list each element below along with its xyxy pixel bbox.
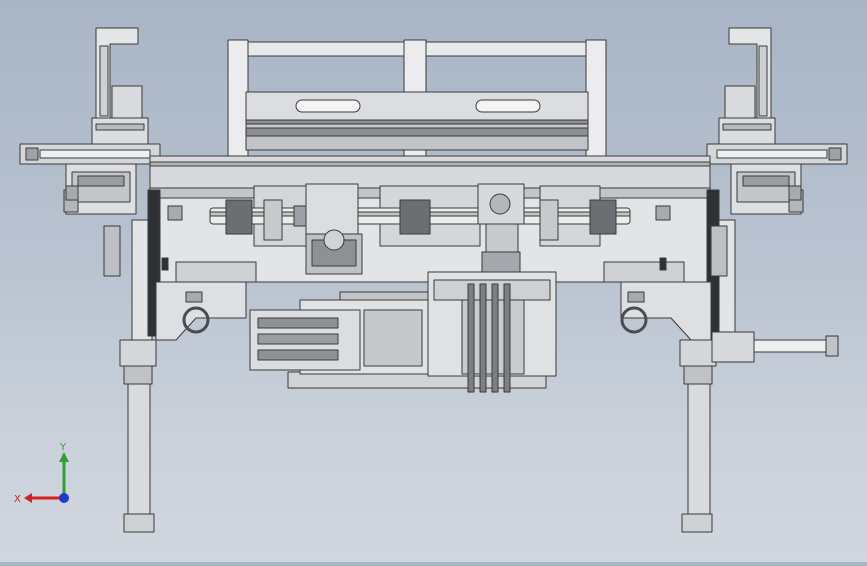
z-axis-icon xyxy=(59,493,69,503)
x-axis-label: X xyxy=(14,494,21,505)
y-arrow-icon xyxy=(59,452,69,462)
left-valve-block xyxy=(249,309,423,371)
cad-graphics-viewport[interactable]: Y X xyxy=(0,0,867,562)
right-rail-assembly xyxy=(706,143,848,215)
left-top-bracket xyxy=(91,27,149,155)
orientation-triad[interactable]: Y X xyxy=(10,438,80,510)
right-valve-manifold xyxy=(427,271,557,393)
x-arrow-icon xyxy=(24,493,32,503)
left-gearbox xyxy=(305,183,363,275)
left-leg xyxy=(103,189,161,533)
left-rail-assembly xyxy=(19,143,161,215)
machine-assembly-front-view[interactable] xyxy=(0,0,867,562)
right-actuator-rod xyxy=(711,331,839,363)
y-axis-label: Y xyxy=(59,442,67,453)
right-top-bracket xyxy=(718,27,776,155)
